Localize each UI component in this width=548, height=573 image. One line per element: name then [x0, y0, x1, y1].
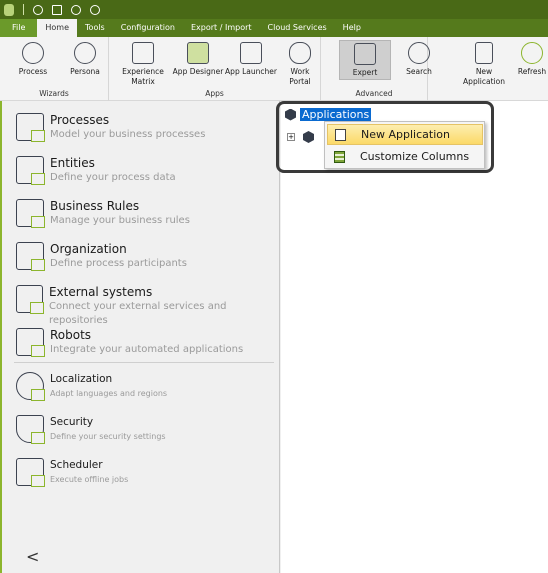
- robot-icon: [16, 328, 45, 357]
- processes-icon: [16, 113, 45, 142]
- expert-button[interactable]: Expert: [339, 40, 391, 80]
- sidebar-item-robots[interactable]: Robots Integrate your automated applicati…: [16, 328, 243, 357]
- layout-icon[interactable]: [52, 4, 62, 15]
- item-title: Processes: [50, 113, 110, 127]
- item-desc: Execute offline jobs: [50, 475, 129, 484]
- organization-icon: [16, 242, 45, 271]
- sidebar-item-security[interactable]: Security Define your security settings: [16, 415, 166, 444]
- label: Experience Matrix: [122, 67, 164, 86]
- item-title: Security: [50, 416, 94, 428]
- tab-export-import[interactable]: Export / Import: [183, 19, 260, 37]
- new-application-button[interactable]: New Application: [454, 40, 514, 87]
- process-icon: [22, 42, 44, 64]
- item-title: Organization: [50, 242, 127, 256]
- item-title: Localization: [50, 373, 113, 385]
- separator: [23, 4, 24, 15]
- menu-label: New Application: [361, 128, 450, 141]
- item-desc: Define your security settings: [50, 432, 166, 441]
- process-wizard-icon[interactable]: [33, 4, 43, 15]
- label: Refresh: [517, 67, 547, 76]
- item-title: External systems: [48, 285, 153, 299]
- item-desc: Model your business processes: [50, 129, 206, 140]
- label: Work Portal: [289, 67, 311, 86]
- app-designer-button[interactable]: App Designer: [171, 40, 225, 77]
- user-icon[interactable]: [90, 4, 100, 15]
- tab-configuration[interactable]: Configuration: [113, 19, 183, 37]
- app-launcher-icon: [240, 42, 262, 64]
- experience-matrix-button[interactable]: Experience Matrix: [117, 40, 169, 87]
- sidebar-item-organization[interactable]: Organization Define process participants: [16, 242, 187, 271]
- divider: [14, 362, 274, 363]
- search-icon: [408, 42, 430, 64]
- user-icon[interactable]: [71, 4, 81, 15]
- app-launcher-button[interactable]: App Launcher: [225, 40, 277, 77]
- tab-cloud-services[interactable]: Cloud Services: [260, 19, 335, 37]
- item-desc: Connect your external services and repos…: [48, 301, 227, 326]
- item-desc: Define process participants: [50, 258, 187, 269]
- tab-file[interactable]: File: [0, 19, 38, 37]
- item-title: Scheduler: [50, 459, 103, 471]
- group-applications: New Application Refresh: [428, 37, 548, 101]
- app-logo-icon: [4, 3, 14, 16]
- entities-icon: [16, 156, 45, 185]
- menu-item-customize-columns[interactable]: Customize Columns: [327, 146, 483, 167]
- sidebar-item-processes[interactable]: Processes Model your business processes: [16, 113, 205, 142]
- cloud-icon: [289, 42, 311, 64]
- calendar-clock-icon: [16, 458, 45, 487]
- work-portal-button[interactable]: Work Portal: [279, 40, 321, 87]
- group-apps: Experience Matrix App Designer App Launc…: [109, 37, 321, 101]
- item-desc: Adapt languages and regions: [50, 389, 168, 398]
- group-label: Wizards: [39, 89, 69, 98]
- ribbon: Process Persona Wizards Experience Matri…: [0, 37, 548, 101]
- matrix-icon: [132, 42, 154, 64]
- refresh-icon: [521, 42, 543, 64]
- menu-item-new-application[interactable]: New Application: [327, 124, 483, 145]
- sidebar-item-business-rules[interactable]: Business Rules Manage your business rules: [16, 199, 190, 228]
- label: New Application: [463, 67, 505, 86]
- process-button[interactable]: Process: [14, 40, 52, 77]
- group-label: Advanced: [355, 89, 393, 98]
- item-desc: Manage your business rules: [50, 215, 190, 226]
- new-document-icon: [475, 42, 493, 64]
- globe-icon: [16, 372, 45, 401]
- item-title: Business Rules: [50, 199, 140, 213]
- item-desc: Integrate your automated applications: [50, 344, 244, 355]
- columns-grid-icon: [334, 150, 345, 163]
- title-bar: [0, 0, 548, 19]
- app-designer-icon: [187, 42, 209, 64]
- persona-button[interactable]: Persona: [64, 40, 106, 77]
- refresh-button[interactable]: Refresh: [516, 40, 548, 77]
- sidebar-item-scheduler[interactable]: Scheduler Execute offline jobs: [16, 458, 128, 487]
- menu-label: Customize Columns: [360, 150, 470, 163]
- sidebar-item-external-systems[interactable]: External systems Connect your external se…: [16, 285, 279, 328]
- item-title: Entities: [50, 156, 95, 170]
- item-desc: Define your process data: [50, 172, 176, 183]
- tab-help[interactable]: Help: [335, 19, 369, 37]
- label: Process: [18, 67, 48, 76]
- collapse-sidebar-button[interactable]: <: [26, 547, 39, 566]
- ribbon-tabs: File Home Tools Configuration Export / I…: [0, 19, 548, 37]
- label: Persona: [70, 67, 100, 76]
- expert-icon: [354, 43, 376, 65]
- item-title: Robots: [50, 328, 92, 342]
- label: App Designer: [172, 67, 224, 76]
- sidebar: Processes Model your business processes E…: [0, 101, 280, 573]
- group-wizards: Process Persona Wizards: [0, 37, 109, 101]
- tab-home[interactable]: Home: [37, 19, 78, 37]
- business-rules-icon: [16, 199, 45, 228]
- shield-icon: [16, 415, 45, 444]
- sidebar-item-entities[interactable]: Entities Define your process data: [16, 156, 176, 185]
- context-menu: New Application Customize Columns: [324, 121, 485, 169]
- persona-icon: [74, 42, 96, 64]
- sidebar-item-localization[interactable]: Localization Adapt languages and regions: [16, 372, 167, 401]
- tab-tools[interactable]: Tools: [77, 19, 113, 37]
- label: App Launcher: [225, 67, 277, 76]
- label: Expert: [352, 68, 378, 77]
- group-advanced: Expert Search Advanced: [321, 37, 432, 101]
- external-systems-icon: [16, 285, 44, 314]
- group-label: Apps: [205, 89, 224, 98]
- new-document-icon: [335, 128, 346, 141]
